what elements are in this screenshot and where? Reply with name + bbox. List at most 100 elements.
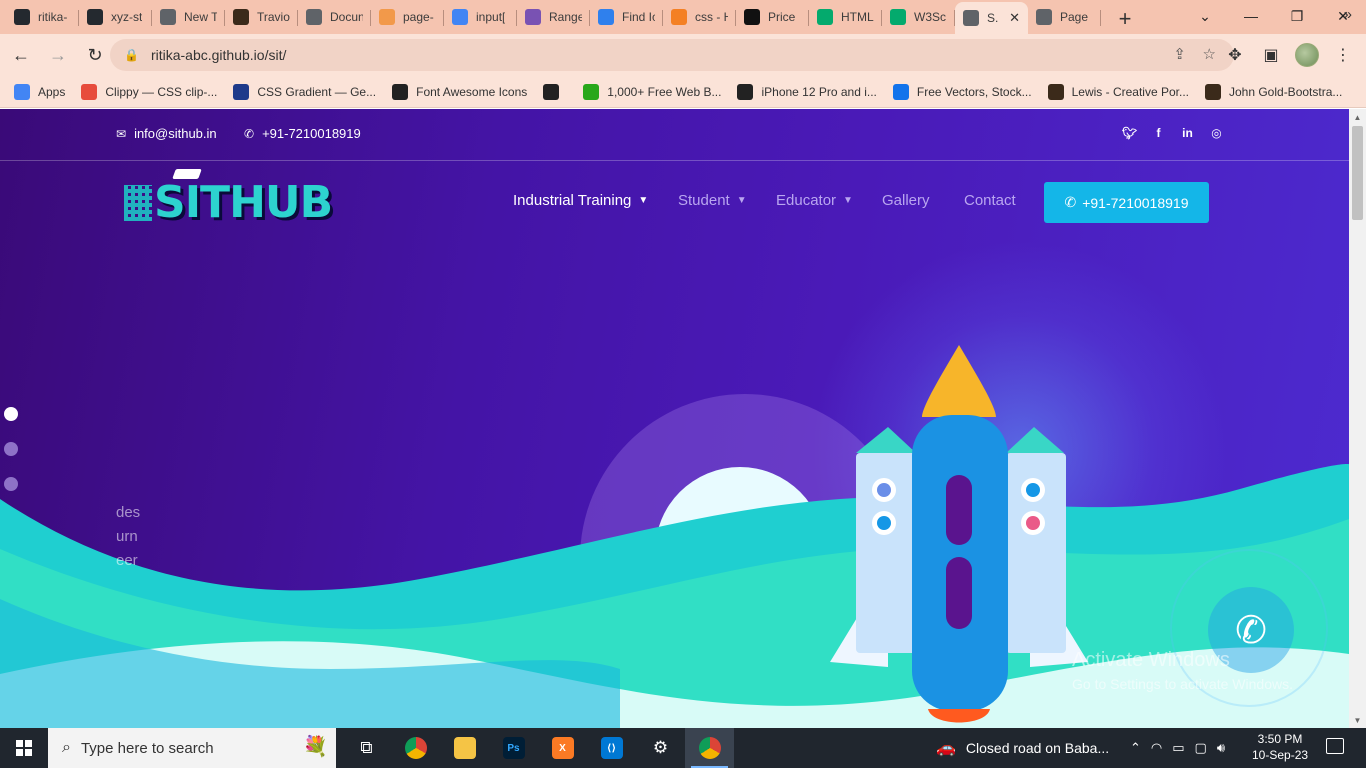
nav-student[interactable]: Student ▼ — [678, 192, 747, 209]
scroll-down-arrow-icon[interactable]: ▼ — [1349, 712, 1366, 728]
browser-tab[interactable]: page- — [371, 2, 444, 32]
tab-title[interactable]: Travio — [257, 10, 290, 24]
bookmark-label[interactable]: Free Vectors, Stock... — [917, 85, 1032, 99]
browser-tab[interactable]: S. ✕ — [955, 2, 1028, 34]
bookmark-item[interactable]: Clippy — CSS clip-... — [81, 83, 217, 100]
start-button[interactable] — [0, 728, 48, 768]
file-explorer-icon[interactable] — [440, 728, 489, 768]
xampp-icon[interactable]: X — [538, 728, 587, 768]
tab-search-chevron-icon[interactable]: ⌄ — [1182, 0, 1228, 32]
browser-tab[interactable]: Price — [736, 2, 809, 32]
lock-icon[interactable]: 🔒 — [124, 48, 139, 62]
nav-label[interactable]: Educator — [776, 192, 836, 209]
bookmark-item[interactable]: Free Vectors, Stock... — [892, 83, 1032, 100]
news-widget[interactable]: 🚗 Closed road on Baba... — [936, 728, 1109, 768]
bookmark-item[interactable]: iPhone 12 Pro and i... — [737, 83, 877, 100]
nav-industrial-training[interactable]: Industrial Training ▼ — [513, 192, 648, 209]
call-button[interactable]: ✆ +91-7210018919 — [1044, 182, 1209, 223]
browser-tab[interactable]: HTML — [809, 2, 882, 32]
vscode-icon[interactable]: ⟨⟩ — [587, 728, 636, 768]
browser-tab[interactable]: css - H — [663, 2, 736, 32]
linkedin-icon[interactable]: in — [1180, 125, 1195, 140]
url-text[interactable]: ritika-abc.github.io/sit/ — [151, 47, 286, 63]
scroll-thumb[interactable] — [1352, 126, 1363, 220]
browser-tab[interactable]: Docun — [298, 2, 371, 32]
nav-label[interactable]: Industrial Training — [513, 192, 631, 209]
close-tab-icon[interactable]: ✕ — [1009, 10, 1020, 26]
tab-title[interactable]: Price — [768, 10, 795, 24]
tab-title[interactable]: Page — [1060, 10, 1088, 24]
new-tab-button[interactable]: + — [1111, 5, 1139, 33]
page-scrollbar[interactable]: ▲ ▼ — [1349, 109, 1366, 728]
bookmark-item[interactable]: Font Awesome Icons — [392, 83, 527, 100]
browser-tab[interactable]: Find Ic — [590, 2, 663, 32]
browser-tab[interactable]: input[ — [444, 2, 517, 32]
slider-dot[interactable] — [4, 407, 18, 421]
taskbar-clock[interactable]: 3:50 PM 10-Sep-23 — [1252, 731, 1308, 763]
browser-tab[interactable]: W3Sc — [882, 2, 955, 32]
bookmark-label[interactable]: John Gold-Bootstra... — [1229, 85, 1342, 99]
bookmark-label[interactable]: Apps — [38, 85, 65, 99]
profile-avatar[interactable] — [1294, 40, 1320, 70]
bookmark-label[interactable]: Lewis - Creative Por... — [1072, 85, 1189, 99]
battery-icon[interactable]: ▭ — [1172, 740, 1184, 756]
bookmark-label[interactable]: CSS Gradient — Ge... — [257, 85, 376, 99]
bookmark-label[interactable]: Font Awesome Icons — [416, 85, 527, 99]
browser-tab[interactable]: Page — [1028, 2, 1101, 32]
search-placeholder[interactable]: Type here to search — [81, 740, 214, 757]
bookmark-item[interactable] — [543, 83, 567, 100]
bookmark-label[interactable]: Clippy — CSS clip-... — [105, 85, 217, 99]
browser-tab[interactable]: ritika- — [6, 2, 79, 32]
browser-tab[interactable]: xyz-st — [79, 2, 152, 32]
phone-link[interactable]: ✆ +91-7210018919 — [244, 126, 361, 141]
tab-title[interactable]: New T — [184, 10, 217, 24]
avatar[interactable] — [1295, 43, 1319, 67]
tab-title[interactable]: Docun — [330, 10, 363, 24]
taskbar-search[interactable]: ⌕ Type here to search 💐 — [48, 728, 336, 768]
extensions-puzzle-icon[interactable]: ✥ — [1222, 40, 1248, 70]
tray-chevron-icon[interactable]: ⌃ — [1130, 740, 1141, 756]
tab-title[interactable]: input[ — [476, 10, 505, 24]
browser-tab[interactable]: Travio — [225, 2, 298, 32]
tab-title[interactable]: HTML — [841, 10, 874, 24]
browser-tab[interactable]: Range — [517, 2, 590, 32]
bookmark-item[interactable]: 1,000+ Free Web B... — [583, 83, 721, 100]
share-icon[interactable]: ⇪ — [1173, 45, 1186, 63]
restore-button[interactable]: ❐ — [1274, 0, 1320, 32]
instagram-icon[interactable]: ◎ — [1209, 125, 1224, 140]
address-bar[interactable]: 🔒 ritika-abc.github.io/sit/ ⇪ ☆ — [110, 39, 1234, 71]
bookmark-item[interactable]: Lewis - Creative Por... — [1047, 83, 1189, 100]
chrome-app-icon[interactable] — [391, 728, 440, 768]
tab-title[interactable]: W3Sc — [914, 10, 946, 24]
bookmark-item[interactable]: CSS Gradient — Ge... — [233, 83, 376, 100]
menu-kebab-icon[interactable]: ⋮ — [1330, 40, 1356, 70]
scroll-up-arrow-icon[interactable]: ▲ — [1349, 109, 1366, 125]
reload-button[interactable]: ↻ — [79, 39, 111, 71]
news-text[interactable]: Closed road on Baba... — [966, 740, 1109, 756]
nav-educator[interactable]: Educator ▼ — [776, 192, 853, 209]
tab-title[interactable]: S. — [987, 11, 998, 25]
slider-dot[interactable] — [4, 477, 18, 491]
bookmarks-overflow-icon[interactable]: » — [1344, 6, 1352, 23]
call-button-label[interactable]: +91-7210018919 — [1082, 195, 1188, 211]
back-button[interactable]: ← — [5, 39, 37, 71]
facebook-icon[interactable]: f — [1151, 125, 1166, 140]
photoshop-icon[interactable]: Ps — [489, 728, 538, 768]
bookmark-label[interactable]: iPhone 12 Pro and i... — [761, 85, 876, 99]
tab-title[interactable]: xyz-st — [111, 10, 142, 24]
nav-gallery[interactable]: Gallery — [882, 192, 930, 209]
notification-center-icon[interactable] — [1326, 738, 1344, 754]
phone-text[interactable]: +91-7210018919 — [262, 126, 361, 141]
slider-dot[interactable] — [4, 442, 18, 456]
settings-gear-icon[interactable]: ⚙ — [636, 728, 685, 768]
tab-title[interactable]: page- — [403, 10, 434, 24]
volume-icon[interactable]: 🔊︎ — [1217, 740, 1225, 756]
nav-label[interactable]: Gallery — [882, 192, 930, 209]
bookmark-star-icon[interactable]: ☆ — [1203, 45, 1216, 63]
side-panel-icon[interactable]: ▣ — [1258, 40, 1284, 70]
bookmark-item[interactable]: John Gold-Bootstra... — [1204, 83, 1342, 100]
tab-title[interactable]: ritika- — [38, 10, 67, 24]
nav-label[interactable]: Student — [678, 192, 730, 209]
clock-date[interactable]: 10-Sep-23 — [1252, 747, 1308, 763]
tab-title[interactable]: Find Ic — [622, 10, 655, 24]
